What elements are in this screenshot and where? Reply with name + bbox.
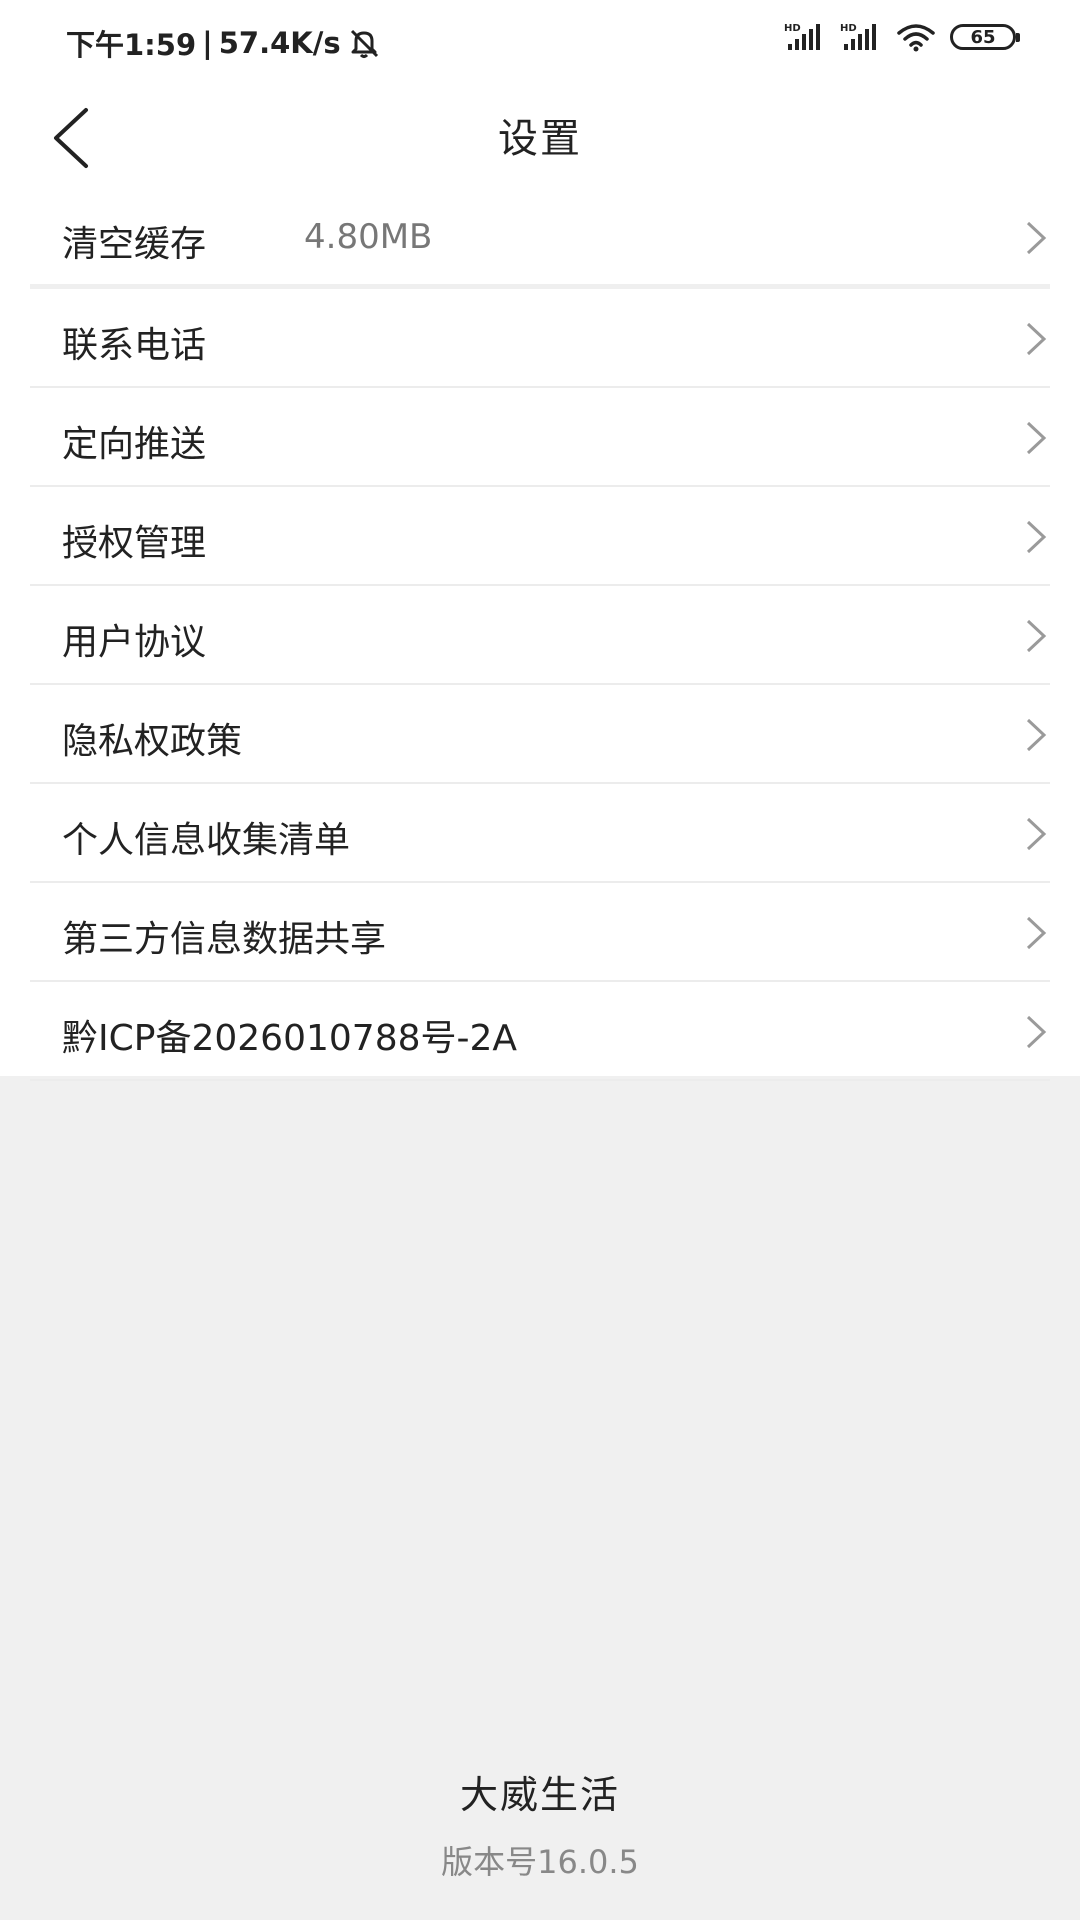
settings-row-personal-info-list[interactable]: 个人信息收集清单 — [30, 784, 1050, 883]
status-time: 下午1:59 — [66, 28, 197, 62]
chevron-right-icon — [1026, 718, 1047, 752]
settings-row-authorization[interactable]: 授权管理 — [30, 487, 1050, 586]
settings-row-privacy-policy[interactable]: 隐私权政策 — [30, 685, 1050, 784]
chevron-right-icon — [1026, 817, 1047, 851]
app-footer: 大威生活 版本号16.0.5 — [0, 1764, 1080, 1883]
clear-cache-label: 清空缓存 — [62, 224, 207, 265]
settings-list: 清空缓存 4.80MB 联系电话 定向推送 授权管理 用户协议 隐私权政策 个人… — [30, 188, 1050, 1081]
settings-row-third-party-sharing[interactable]: 第三方信息数据共享 — [30, 883, 1050, 982]
mute-icon — [347, 27, 381, 59]
cache-size-value: 4.80MB — [304, 217, 433, 257]
settings-row-label: 授权管理 — [62, 523, 207, 564]
chevron-right-icon — [1026, 221, 1047, 255]
chevron-right-icon — [1026, 916, 1047, 950]
chevron-right-icon — [1026, 421, 1047, 455]
chevron-right-icon — [1026, 1015, 1047, 1049]
settings-row-label: 第三方信息数据共享 — [62, 919, 387, 960]
hd-signal-icon: HD — [840, 22, 882, 52]
settings-row-label: 定向推送 — [62, 424, 207, 465]
status-left: 下午1:59 | 57.4K/s — [66, 22, 381, 64]
status-bar: 下午1:59 | 57.4K/s HD HD 65 — [0, 0, 1080, 84]
page-title: 设置 — [498, 116, 582, 162]
hd-signal-icon: HD — [784, 22, 826, 52]
settings-row-clear-cache[interactable]: 清空缓存 4.80MB — [30, 188, 1050, 289]
network-speed: 57.4K/s — [218, 26, 341, 60]
settings-row-user-agreement[interactable]: 用户协议 — [30, 586, 1050, 685]
svg-text:HD: HD — [784, 23, 801, 34]
settings-row-label: 黔ICP备2026010788号-2A — [62, 1018, 518, 1059]
chevron-right-icon — [1026, 322, 1047, 356]
nav-bar: 设置 — [0, 84, 1080, 190]
app-name: 大威生活 — [459, 1773, 620, 1817]
settings-row-label: 个人信息收集清单 — [62, 820, 351, 861]
settings-row-label: 隐私权政策 — [62, 721, 243, 762]
status-right: HD HD 65 — [784, 22, 1020, 52]
chevron-right-icon — [1026, 619, 1047, 653]
settings-panel: 下午1:59 | 57.4K/s HD HD 65 设置 清空缓存 4.80MB… — [0, 0, 1080, 1081]
wifi-icon — [896, 22, 936, 52]
settings-row-contact-phone[interactable]: 联系电话 — [30, 289, 1050, 388]
status-separator: | — [202, 26, 213, 60]
svg-text:HD: HD — [840, 23, 857, 34]
settings-row-targeted-push[interactable]: 定向推送 — [30, 388, 1050, 487]
chevron-right-icon — [1026, 520, 1047, 554]
version-label: 版本号16.0.5 — [441, 1843, 639, 1881]
settings-row-label: 用户协议 — [62, 622, 207, 663]
battery-icon: 65 — [950, 24, 1020, 50]
settings-row-label: 联系电话 — [62, 325, 207, 366]
battery-level: 65 — [970, 26, 996, 48]
settings-row-icp-record[interactable]: 黔ICP备2026010788号-2A — [30, 982, 1050, 1081]
